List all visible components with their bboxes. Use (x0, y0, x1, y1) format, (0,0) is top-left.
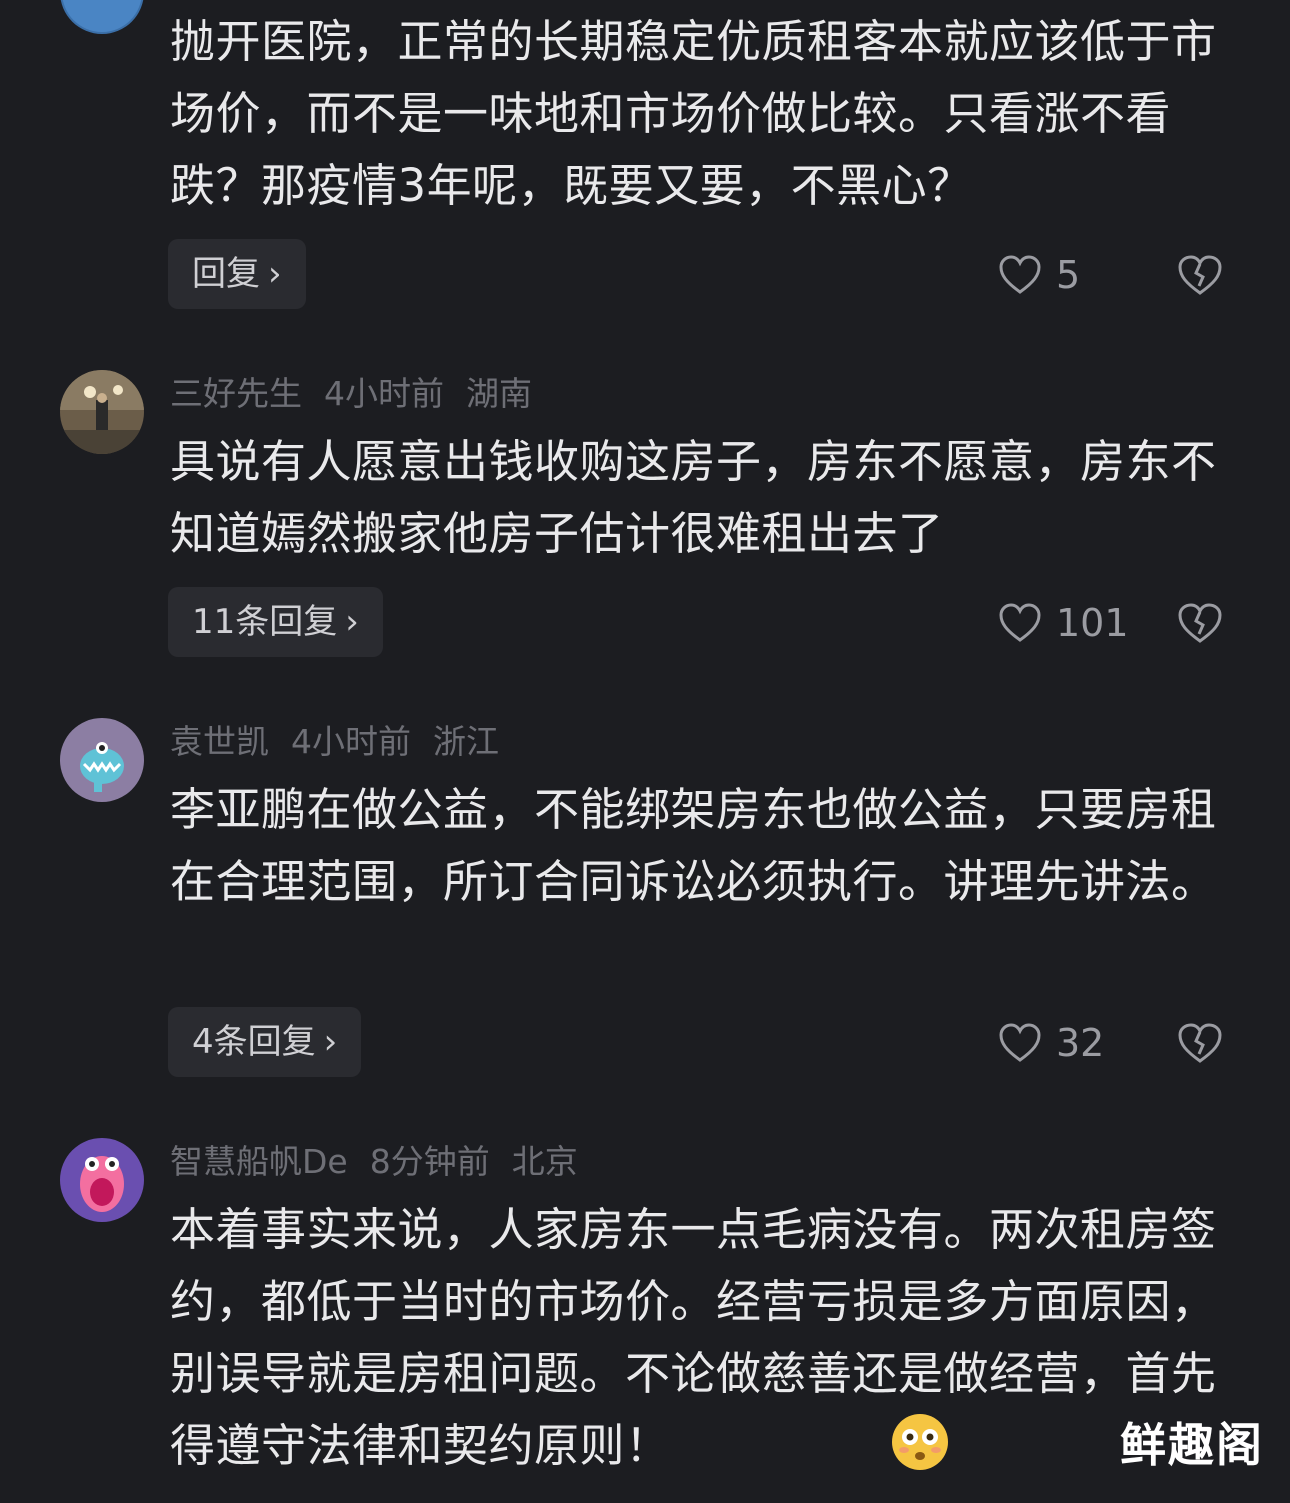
comment-text: 李亚鹏在做公益，不能绑架房东也做公益，只要房租在合理范围，所订合同诉讼必须执行。… (170, 783, 1217, 908)
like-button[interactable]: 5 (998, 250, 1080, 300)
comment-meta: 智慧船帆De 8分钟前 北京 (170, 1142, 600, 1182)
username[interactable]: 袁世凯 (170, 722, 269, 761)
timestamp: 4小时前 (324, 374, 444, 413)
timestamp: 8分钟前 (369, 1142, 490, 1181)
chevron-right-icon: › (268, 254, 282, 294)
watermark: 鲜趣阁 (1120, 1418, 1264, 1472)
dislike-button[interactable] (1177, 254, 1223, 296)
username[interactable]: 三好先生 (170, 374, 302, 413)
reply-label: 11条回复 (192, 602, 338, 642)
like-button[interactable]: 32 (998, 1018, 1104, 1068)
username[interactable]: 智慧船帆De (170, 1142, 348, 1181)
reply-button[interactable]: 11条回复 › (168, 587, 383, 657)
heart-icon (999, 1023, 1041, 1062)
location: 北京 (511, 1142, 578, 1181)
broken-heart-icon (1178, 603, 1222, 643)
comment-text: 具说有人愿意出钱收购这房子，房东不愿意，房东不知道嫣然搬家他房子估计很难租出去了 (170, 435, 1217, 560)
broken-heart-icon (1178, 1023, 1222, 1063)
comment-list: 抛开医院，正常的长期稳定优质租客本就应该低于市场价，而不是一味地和市场价做比较。… (0, 0, 1290, 1503)
like-count: 101 (1056, 601, 1129, 645)
avatar[interactable] (60, 718, 144, 802)
flushed-face-emoji (890, 1412, 950, 1472)
reply-button[interactable]: 回复 › (168, 239, 306, 309)
comment-text: 本着事实来说，人家房东一点毛病没有。两次租房签约，都低于当时的市场价。经营亏损是… (170, 1203, 1217, 1472)
heart-icon (999, 255, 1041, 294)
chevron-right-icon: › (323, 1022, 338, 1062)
like-count: 32 (1056, 1021, 1105, 1065)
avatar[interactable] (60, 370, 144, 454)
comment-text: 抛开医院，正常的长期稳定优质租客本就应该低于市场价，而不是一味地和市场价做比较。… (170, 15, 1217, 212)
comment-meta: 三好先生 4小时前 湖南 (170, 374, 554, 414)
chevron-right-icon: › (345, 602, 359, 642)
location: 湖南 (466, 374, 532, 413)
dislike-button[interactable] (1177, 602, 1223, 644)
avatar[interactable] (60, 1138, 144, 1222)
broken-heart-icon (1178, 255, 1222, 295)
reply-button[interactable]: 4条回复 › (168, 1007, 362, 1077)
reply-label: 回复 (192, 254, 260, 294)
timestamp: 4小时前 (291, 722, 411, 761)
heart-icon (999, 603, 1041, 642)
dislike-button[interactable] (1177, 1022, 1223, 1064)
avatar[interactable] (60, 0, 144, 34)
reply-label: 4条回复 (192, 1022, 316, 1062)
like-count: 5 (1056, 253, 1081, 297)
comment-meta: 袁世凯 4小时前 浙江 (170, 722, 521, 762)
location: 浙江 (433, 722, 499, 761)
like-button[interactable]: 101 (998, 598, 1129, 648)
